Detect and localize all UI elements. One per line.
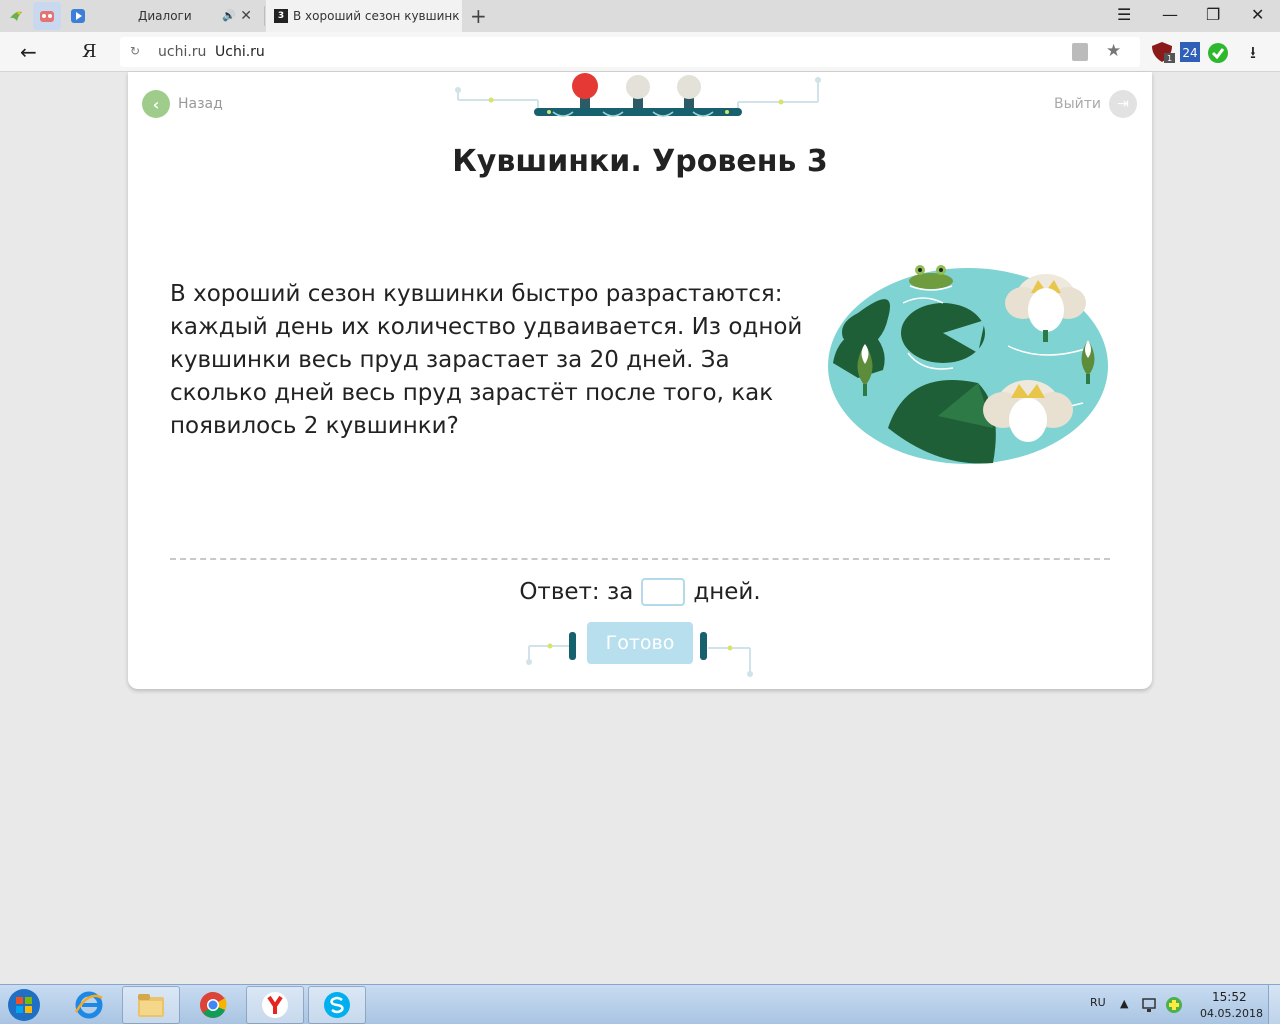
clock-date[interactable]: 04.05.2018 [1200, 1007, 1263, 1020]
yandex-button[interactable]: Я [82, 41, 97, 62]
download-icon[interactable]: ⭳ [1250, 40, 1256, 69]
progress-bulb-2 [626, 75, 650, 108]
answer-suffix: дней. [693, 579, 761, 605]
tab-lily-problem[interactable]: 3 В хороший сезон кувшинки [266, 0, 462, 32]
url-page-title: Uchi.ru [215, 44, 265, 60]
page-title: Кувшинки. Уровень 3 [452, 144, 828, 179]
network-icon[interactable] [1142, 997, 1158, 1013]
ublock-badge: 1 [1167, 54, 1172, 63]
taskbar-internet-explorer[interactable] [60, 986, 118, 1024]
restore-button[interactable]: ❐ [1206, 5, 1220, 24]
reload-icon[interactable]: ↻ [130, 44, 140, 58]
play-icon [71, 9, 85, 23]
progress-bulb-1 [572, 73, 598, 108]
section-divider [170, 558, 1110, 560]
clock-time[interactable]: 15:52 [1212, 990, 1247, 1004]
taskbar-skype[interactable] [308, 986, 366, 1024]
language-indicator[interactable]: RU [1090, 996, 1106, 1009]
lesson-card: ‹ Назад Выйти ⇥ Кувшинки. Уровень 3 В хо… [128, 72, 1152, 689]
answer-prefix: Ответ: за [519, 579, 634, 605]
browser-toolbar: ← Я ↻ uchi.ru Uchi.ru ★ 1 24 ⭳ [0, 32, 1280, 72]
done-button[interactable]: Готово [587, 622, 693, 664]
show-desktop-button[interactable] [1268, 985, 1280, 1024]
tab-title: Диалоги [138, 9, 192, 23]
counter-badge: 24 [1182, 46, 1197, 60]
chrome-icon [200, 992, 227, 1018]
menu-icon[interactable]: ☰ [1117, 5, 1131, 24]
exit-link[interactable]: Выйти ⇥ [1054, 90, 1137, 118]
counter-extension-icon[interactable]: 24 [1180, 42, 1200, 62]
pinned-tab-video[interactable] [64, 2, 92, 30]
tab-separator [264, 6, 265, 26]
minimize-button[interactable]: — [1162, 5, 1178, 24]
new-tab-button[interactable]: + [470, 4, 487, 28]
close-window-button[interactable]: ✕ [1251, 5, 1264, 24]
tab-dialogs[interactable]: Диалоги 🔊 ✕ [120, 0, 262, 32]
back-button[interactable]: ← [20, 40, 37, 64]
address-bar[interactable]: ↻ uchi.ru Uchi.ru ★ [120, 37, 1140, 67]
internet-explorer-icon [74, 991, 103, 1019]
taskbar-chrome[interactable] [184, 986, 242, 1024]
tab-strip: Диалоги 🔊 ✕ 3 В хороший сезон кувшинки +… [0, 0, 1280, 32]
pinned-tab-alice[interactable] [2, 2, 30, 30]
water-lily-pond-illustration [828, 265, 1108, 464]
ublock-icon[interactable]: 1 [1152, 42, 1176, 64]
yandex-browser-icon [262, 992, 288, 1018]
bookmark-star-icon[interactable]: ★ [1106, 41, 1121, 61]
speaker-icon[interactable]: 🔊 [222, 9, 236, 22]
windows-logo-icon [8, 989, 40, 1021]
exit-icon: ⇥ [1109, 90, 1137, 118]
tray-expand-icon[interactable]: ▲ [1120, 997, 1128, 1010]
start-button[interactable] [4, 986, 44, 1024]
answer-input[interactable] [641, 578, 686, 606]
back-label: Назад [178, 96, 223, 112]
uchi-favicon: 3 [274, 9, 288, 23]
lock-icon[interactable] [1072, 43, 1088, 61]
question-text: В хороший сезон кувшинки быстро разраста… [170, 281, 803, 439]
game-app-icon [40, 11, 54, 22]
windows-taskbar: RU ▲ 15:52 04.05.2018 [0, 984, 1280, 1024]
folder-icon [138, 994, 164, 1017]
antivirus-icon[interactable] [1165, 996, 1183, 1014]
skype-icon [324, 992, 350, 1018]
close-tab-icon[interactable]: ✕ [240, 8, 252, 24]
checkmark-extension-icon[interactable] [1207, 42, 1229, 64]
back-link[interactable]: ‹ Назад [142, 90, 223, 118]
exit-label: Выйти [1053, 96, 1101, 112]
taskbar-yandex-browser[interactable] [246, 986, 304, 1024]
level-progress-indicator [455, 73, 821, 117]
url-domain: uchi.ru [158, 44, 207, 60]
tab-title: В хороший сезон кувшинки [293, 9, 459, 23]
frog-icon [909, 265, 953, 291]
yandex-bird-icon [10, 11, 22, 21]
answer-row: Ответ: за дней. [128, 578, 1152, 606]
progress-bulb-3 [677, 75, 701, 108]
taskbar-file-explorer[interactable] [122, 986, 180, 1024]
pinned-tab-game[interactable] [33, 2, 61, 30]
chevron-left-icon: ‹ [142, 90, 170, 118]
